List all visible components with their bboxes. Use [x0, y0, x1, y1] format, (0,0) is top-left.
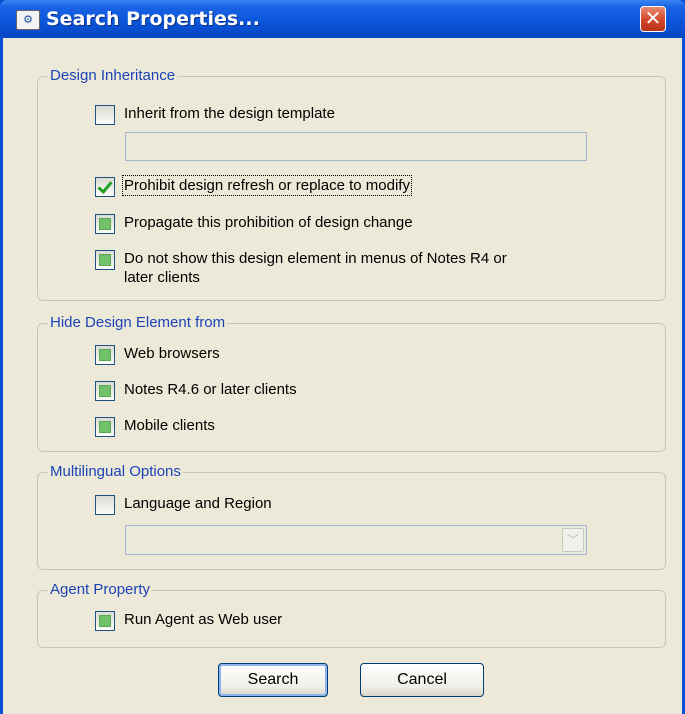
hide-mobile-clients-label[interactable]: Mobile clients: [124, 417, 215, 434]
hide-from-menus-label-line2[interactable]: later clients: [124, 269, 200, 286]
hide-web-browsers-label[interactable]: Web browsers: [124, 345, 220, 362]
group-legend-agent-property: Agent Property: [48, 581, 153, 598]
group-legend-design-inheritance: Design Inheritance: [48, 67, 178, 84]
propagate-prohibition-checkbox[interactable]: [95, 214, 115, 234]
hide-from-menus-label-line1[interactable]: Do not show this design element in menus…: [124, 250, 507, 267]
language-region-dropdown[interactable]: ﹀: [125, 525, 587, 555]
language-region-label[interactable]: Language and Region: [124, 495, 272, 512]
group-legend-hide-design-element: Hide Design Element from: [48, 314, 228, 331]
close-button[interactable]: ✕: [640, 6, 666, 32]
design-template-name-field[interactable]: [125, 132, 587, 161]
dialog-window: ⚙ Search Properties... ✕ Design Inherita…: [0, 0, 685, 714]
hide-web-browsers-checkbox[interactable]: [95, 345, 115, 365]
hide-notes-clients-label[interactable]: Notes R4.6 or later clients: [124, 381, 297, 398]
search-button[interactable]: Search: [218, 663, 328, 697]
title-bar[interactable]: ⚙ Search Properties... ✕: [0, 0, 685, 38]
language-region-checkbox[interactable]: [95, 495, 115, 515]
inherit-template-label[interactable]: Inherit from the design template: [124, 105, 335, 122]
group-legend-multilingual: Multilingual Options: [48, 463, 183, 480]
run-agent-web-user-label[interactable]: Run Agent as Web user: [124, 611, 282, 628]
propagate-prohibition-label[interactable]: Propagate this prohibition of design cha…: [124, 214, 413, 231]
group-multilingual-options: Multilingual Options Language and Region…: [37, 463, 666, 570]
prohibit-refresh-checkbox[interactable]: [95, 177, 115, 197]
cancel-button[interactable]: Cancel: [360, 663, 484, 697]
hide-from-menus-checkbox[interactable]: [95, 250, 115, 270]
chevron-down-icon[interactable]: ﹀: [562, 528, 584, 552]
group-agent-property: Agent Property Run Agent as Web user: [37, 581, 666, 648]
group-design-inheritance: Design Inheritance Inherit from the desi…: [37, 67, 666, 301]
dialog-body: Design Inheritance Inherit from the desi…: [3, 38, 682, 714]
prohibit-refresh-label[interactable]: Prohibit design refresh or replace to mo…: [122, 175, 412, 196]
dialog-title: Search Properties...: [46, 8, 260, 30]
group-hide-design-element: Hide Design Element from Web browsers No…: [37, 314, 666, 452]
notes-app-icon: ⚙: [16, 10, 40, 30]
run-agent-web-user-checkbox[interactable]: [95, 611, 115, 631]
hide-notes-clients-checkbox[interactable]: [95, 381, 115, 401]
inherit-template-checkbox[interactable]: [95, 105, 115, 125]
hide-mobile-clients-checkbox[interactable]: [95, 417, 115, 437]
